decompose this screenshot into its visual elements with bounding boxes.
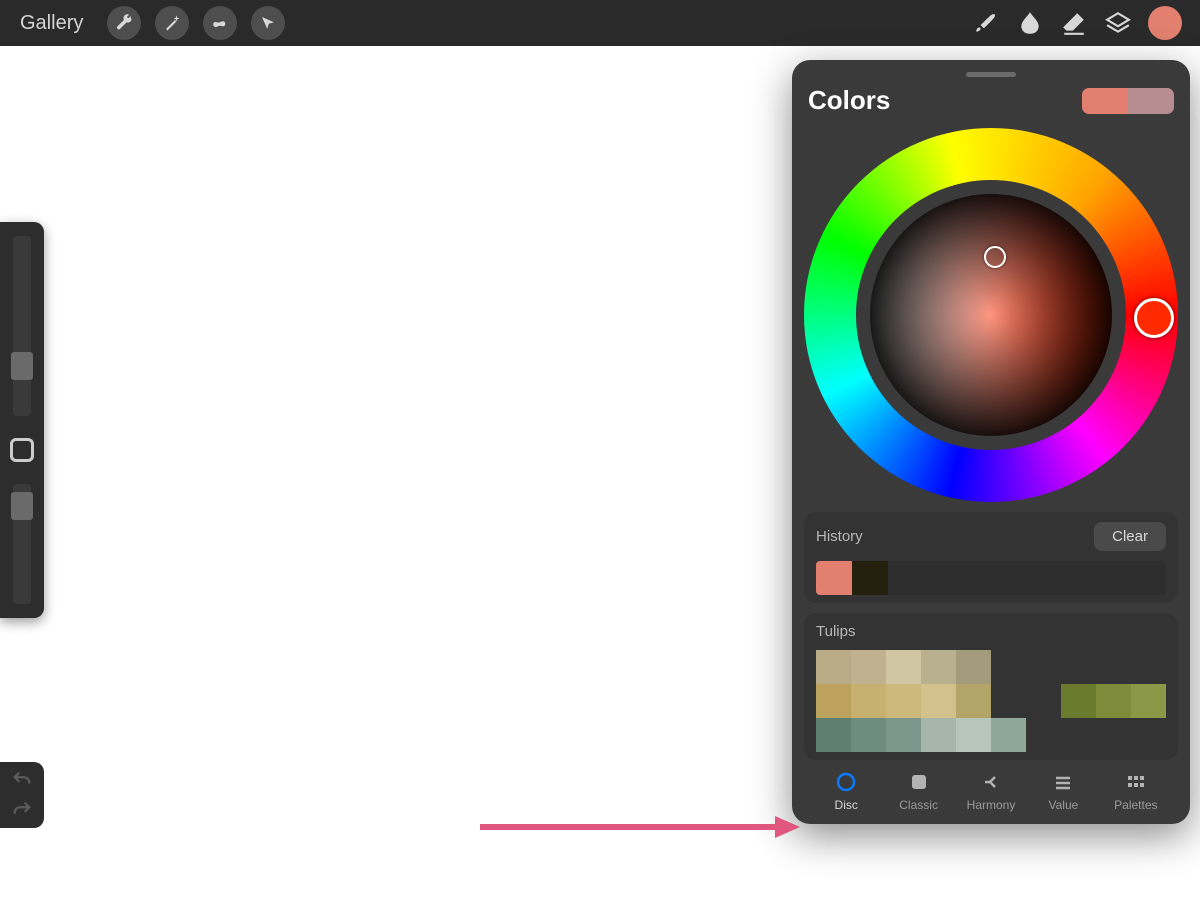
palette-name-label: Tulips [816, 623, 1166, 640]
color-mode-tabs: Disc Classic Harmony Value Palettes [804, 760, 1178, 814]
colors-panel: Colors History Clear Tulips Disc Classic H… [792, 60, 1190, 824]
palette-empty-slot[interactable] [1096, 718, 1131, 752]
tab-label: Value [1049, 798, 1079, 812]
hue-indicator[interactable] [1134, 298, 1174, 338]
palette-swatch[interactable] [956, 650, 991, 684]
harmony-icon [979, 770, 1003, 794]
palette-empty-slot[interactable] [1061, 650, 1096, 684]
palette-section: Tulips [804, 613, 1178, 760]
classic-icon [907, 770, 931, 794]
selection-button[interactable] [203, 6, 237, 40]
transform-button[interactable] [251, 6, 285, 40]
eraser-tool-button[interactable] [1052, 1, 1096, 45]
palette-swatch[interactable] [921, 650, 956, 684]
clear-history-button[interactable]: Clear [1094, 522, 1166, 551]
tab-label: Harmony [967, 798, 1016, 812]
brush-icon [973, 10, 999, 36]
history-swatch[interactable] [816, 561, 852, 595]
tab-label: Disc [835, 798, 858, 812]
palette-swatch[interactable] [851, 684, 886, 718]
panel-drag-handle[interactable] [966, 72, 1016, 77]
palette-grid [816, 650, 1166, 752]
undo-button[interactable] [9, 770, 35, 790]
current-colors-swatch[interactable] [1082, 88, 1174, 114]
palette-empty-slot[interactable] [991, 684, 1026, 718]
palette-swatch[interactable] [1096, 684, 1131, 718]
primary-swatch[interactable] [1082, 88, 1128, 114]
palette-swatch[interactable] [886, 650, 921, 684]
palette-swatch[interactable] [886, 684, 921, 718]
palette-swatch[interactable] [956, 684, 991, 718]
palette-swatch[interactable] [851, 718, 886, 752]
eraser-icon [1061, 10, 1087, 36]
palette-swatch[interactable] [816, 718, 851, 752]
tab-palettes[interactable]: Palettes [1100, 770, 1172, 812]
palette-empty-slot[interactable] [1131, 718, 1166, 752]
value-icon [1051, 770, 1075, 794]
wrench-icon [115, 14, 133, 32]
tab-label: Palettes [1114, 798, 1157, 812]
palette-swatch[interactable] [991, 718, 1026, 752]
palette-swatch[interactable] [921, 684, 956, 718]
palette-empty-slot[interactable] [1026, 650, 1061, 684]
history-label: History [816, 528, 863, 545]
history-section: History Clear [804, 512, 1178, 603]
palette-swatch[interactable] [921, 718, 956, 752]
top-toolbar: Gallery [0, 0, 1200, 46]
brush-opacity-slider[interactable] [13, 484, 31, 604]
color-wheel[interactable] [804, 128, 1178, 502]
sb-indicator[interactable] [984, 246, 1006, 268]
brush-tool-button[interactable] [964, 1, 1008, 45]
palette-empty-slot[interactable] [1096, 650, 1131, 684]
palette-swatch[interactable] [956, 718, 991, 752]
palette-empty-slot[interactable] [1061, 718, 1096, 752]
disc-icon [834, 770, 858, 794]
adjustments-button[interactable] [155, 6, 189, 40]
undo-redo-bar [0, 762, 44, 828]
panel-title: Colors [808, 85, 890, 116]
palette-empty-slot[interactable] [1131, 650, 1166, 684]
history-swatch[interactable] [852, 561, 888, 595]
tab-label: Classic [899, 798, 938, 812]
brush-size-thumb[interactable] [11, 352, 33, 380]
wand-icon [163, 14, 181, 32]
brush-size-slider[interactable] [13, 236, 31, 416]
selection-icon [211, 14, 229, 32]
redo-button[interactable] [9, 800, 35, 820]
modify-button[interactable] [10, 438, 34, 462]
palette-swatch[interactable] [816, 650, 851, 684]
smudge-icon [1017, 10, 1043, 36]
color-button[interactable] [1148, 6, 1182, 40]
gallery-button[interactable]: Gallery [10, 12, 93, 35]
palette-swatch[interactable] [816, 684, 851, 718]
history-row [816, 561, 1166, 595]
tab-harmony[interactable]: Harmony [955, 770, 1027, 812]
palette-empty-slot[interactable] [1026, 684, 1061, 718]
palette-empty-slot[interactable] [1026, 718, 1061, 752]
smudge-tool-button[interactable] [1008, 1, 1052, 45]
layers-icon [1105, 10, 1131, 36]
actions-button[interactable] [107, 6, 141, 40]
brush-opacity-thumb[interactable] [11, 492, 33, 520]
palette-swatch[interactable] [851, 650, 886, 684]
palette-swatch[interactable] [1131, 684, 1166, 718]
tab-value[interactable]: Value [1027, 770, 1099, 812]
tab-classic[interactable]: Classic [882, 770, 954, 812]
palettes-icon [1124, 770, 1148, 794]
tab-disc[interactable]: Disc [810, 770, 882, 812]
palette-swatch[interactable] [1061, 684, 1096, 718]
secondary-swatch[interactable] [1128, 88, 1174, 114]
palette-empty-slot[interactable] [991, 650, 1026, 684]
palette-swatch[interactable] [886, 718, 921, 752]
layers-button[interactable] [1096, 1, 1140, 45]
left-sidebar [0, 222, 44, 618]
saturation-brightness-disc[interactable] [870, 194, 1112, 436]
cursor-icon [259, 14, 277, 32]
